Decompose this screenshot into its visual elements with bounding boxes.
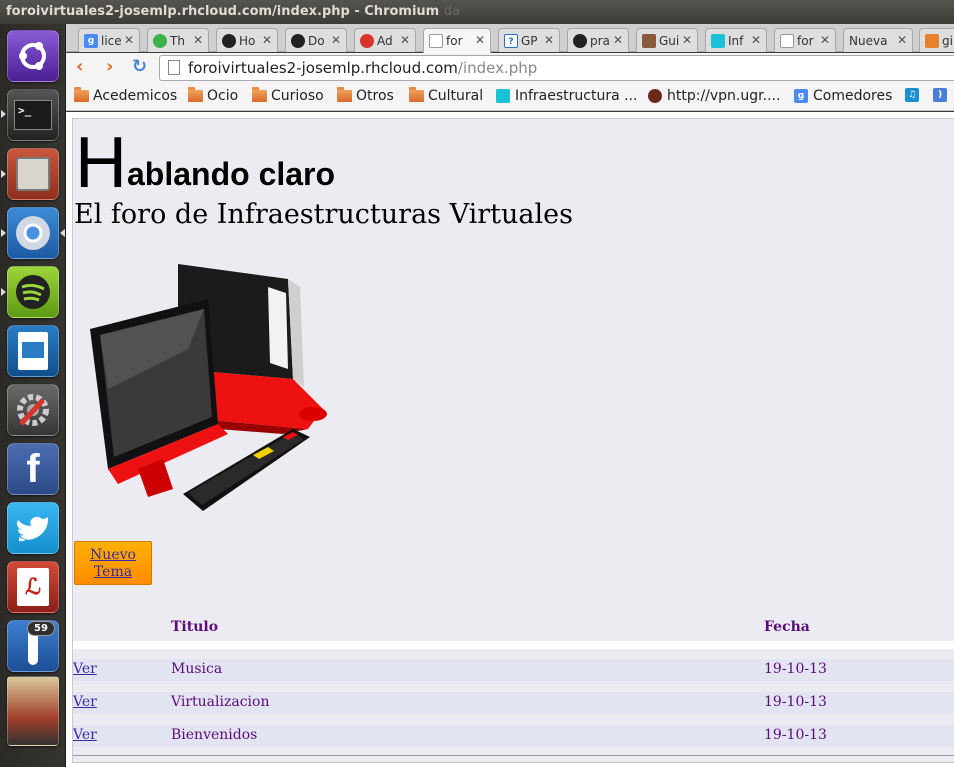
folder-icon: [409, 87, 424, 102]
topic-date: 19-10-13: [764, 727, 827, 743]
ugr-crest-icon: [648, 89, 662, 103]
page-icon: [168, 60, 180, 75]
close-icon[interactable]: ✕: [897, 33, 907, 47]
terminal-icon[interactable]: >_: [7, 89, 59, 141]
ubuntu-dash-icon[interactable]: [7, 30, 59, 82]
tab-2[interactable]: Ho ✕: [216, 28, 278, 52]
site-title-rest: ablando claro: [127, 156, 336, 192]
reload-button[interactable]: ↻: [132, 56, 147, 77]
system-settings-icon[interactable]: [7, 384, 59, 436]
bookmark-rss[interactable]: ): [933, 88, 952, 102]
header-fecha: Fecha: [764, 619, 810, 635]
tab-4[interactable]: Ad ✕: [354, 28, 416, 52]
close-icon[interactable]: ✕: [262, 33, 272, 47]
close-icon[interactable]: ✕: [613, 33, 623, 47]
folder-icon: [188, 87, 203, 102]
cyan-app-icon: [496, 89, 510, 103]
folder-icon: [74, 87, 89, 102]
bookmark-vpn-ugr[interactable]: http://vpn.ugr....: [648, 88, 780, 104]
url-host: foroivirtuales2-josemlp.rhcloud.com: [188, 59, 458, 77]
bookmark-otros[interactable]: Otros: [337, 87, 394, 104]
close-icon[interactable]: ✕: [124, 33, 134, 47]
bookmark-curioso[interactable]: Curioso: [252, 87, 324, 104]
topic-date: 19-10-13: [764, 694, 827, 710]
bookmark-cultural[interactable]: Cultural: [409, 87, 483, 104]
url-path: /index.php: [457, 59, 538, 77]
close-icon[interactable]: ✕: [475, 33, 485, 47]
close-icon[interactable]: ✕: [751, 33, 761, 47]
bookmarks-bar: Acedemicos Ocio Curioso Otros Cultural I…: [66, 83, 954, 111]
view-link[interactable]: Ver: [73, 694, 97, 710]
site-subtitle: El foro de Infraestructuras Virtuales: [74, 199, 573, 230]
tab-10[interactable]: for ✕: [774, 28, 836, 52]
new-topic-link[interactable]: Nuevo Tema: [90, 547, 136, 580]
twitter-icon[interactable]: [7, 502, 59, 554]
spotify-icon[interactable]: [7, 266, 59, 318]
close-icon[interactable]: ✕: [331, 33, 341, 47]
tab-1[interactable]: Th ✕: [147, 28, 209, 52]
close-icon[interactable]: ✕: [400, 33, 410, 47]
file-manager-icon[interactable]: [7, 148, 59, 200]
forum-page: Hablando claro El foro de Infraestructur…: [72, 118, 954, 763]
google-icon: g: [794, 89, 808, 103]
notification-badge: 59: [27, 621, 55, 636]
bookmark-music[interactable]: ♫: [905, 88, 924, 102]
close-icon[interactable]: ✕: [820, 33, 830, 47]
address-bar[interactable]: foroivirtuales2-josemlp.rhcloud.com/inde…: [159, 55, 954, 81]
header-titulo: Titulo: [171, 619, 219, 635]
libreoffice-impress-icon[interactable]: [7, 325, 59, 377]
tab-7[interactable]: pra ✕: [567, 28, 629, 52]
browser-toolbar: ‹ › ↻ foroivirtuales2-josemlp.rhcloud.co…: [66, 53, 954, 83]
view-link[interactable]: Ver: [73, 727, 97, 743]
site-title: Hablando claro: [75, 127, 336, 199]
window-titlebar: foroivirtuales2-josemlp.rhcloud.com/inde…: [0, 0, 954, 24]
table-row: Ver Bienvenidos 19-10-13: [73, 715, 954, 747]
bookmark-ocio[interactable]: Ocio: [188, 87, 238, 104]
tab-3[interactable]: Do ✕: [285, 28, 347, 52]
forward-button[interactable]: ›: [106, 56, 113, 77]
window-title-ghost: da: [443, 4, 460, 19]
topic-date: 19-10-13: [764, 661, 827, 677]
chromium-icon[interactable]: [7, 207, 59, 259]
table-header: Titulo Fecha: [73, 609, 954, 641]
music-note-icon: ♫: [905, 88, 919, 102]
facebook-icon[interactable]: f: [7, 443, 59, 495]
topic-title: Musica: [171, 661, 223, 677]
view-link[interactable]: Ver: [73, 661, 97, 677]
computer-illustration: [78, 259, 338, 528]
tab-0[interactable]: g lice ✕: [78, 28, 140, 52]
table-row: Ver Virtualizacion 19-10-13: [73, 682, 954, 714]
folder-icon: [252, 87, 267, 102]
topic-title: Virtualizacion: [171, 694, 270, 710]
topic-title: Bienvenidos: [171, 727, 258, 743]
tab-9[interactable]: Inf ✕: [705, 28, 767, 52]
page-viewport: Hablando claro El foro de Infraestructur…: [66, 112, 954, 767]
bookmark-infraestructura[interactable]: Infraestructura ...: [496, 88, 638, 104]
tab-8[interactable]: Gui ✕: [636, 28, 698, 52]
tab-6[interactable]: ? GP ✕: [498, 28, 560, 52]
bookmark-acedemicos[interactable]: Acedemicos: [74, 87, 177, 104]
close-icon[interactable]: ✕: [682, 33, 692, 47]
close-icon[interactable]: ✕: [544, 33, 554, 47]
tab-strip: g lice ✕ Th ✕ Ho ✕ Do ✕ Ad ✕ for ✕ ? GP ✕ pra ✕ Gu…: [66, 24, 954, 53]
site-title-initial: H: [75, 123, 127, 203]
stacked-windows-icon[interactable]: [7, 676, 59, 746]
rss-icon: ): [933, 88, 947, 102]
window-title: foroivirtuales2-josemlp.rhcloud.com/inde…: [6, 4, 440, 19]
pdf-reader-icon[interactable]: ℒ: [7, 561, 59, 613]
back-button[interactable]: ‹: [76, 56, 83, 77]
unity-launcher: >_ f ℒ 59: [0, 24, 66, 767]
folder-icon: [337, 87, 352, 102]
new-topic-button[interactable]: Nuevo Tema: [74, 541, 152, 585]
bookmark-comedores[interactable]: g Comedores: [794, 88, 892, 104]
tab-11[interactable]: Nueva ✕: [843, 28, 913, 52]
close-icon[interactable]: ✕: [193, 33, 203, 47]
table-row: Ver Musica 19-10-13: [73, 649, 954, 681]
tab-5-active[interactable]: for ✕: [423, 28, 491, 53]
tab-12[interactable]: gi: [919, 28, 954, 52]
